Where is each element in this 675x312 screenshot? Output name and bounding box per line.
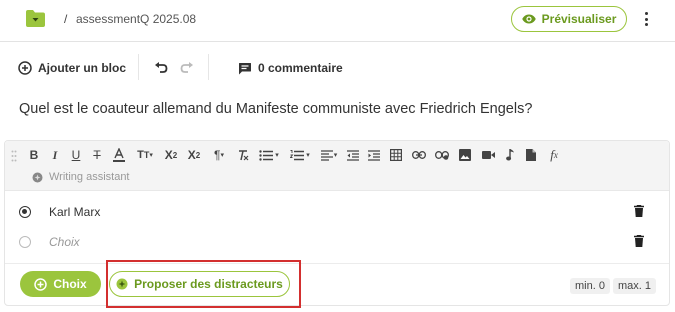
image-icon[interactable] bbox=[457, 146, 473, 164]
video-icon[interactable] bbox=[480, 146, 496, 164]
ai-assistant-icon bbox=[32, 172, 43, 182]
text-color-icon[interactable] bbox=[111, 146, 127, 164]
add-circle-icon bbox=[34, 277, 48, 291]
bullet-list-icon[interactable]: ▾ bbox=[257, 146, 281, 164]
font-size-icon[interactable]: T T ▾ bbox=[134, 146, 156, 164]
answer-card: B I U T T T ▾ X2 X2 ¶ ▾ ▾ ▾ ▾ f x Writin… bbox=[4, 140, 670, 308]
superscript-icon[interactable]: X2 bbox=[186, 146, 202, 164]
divider bbox=[138, 54, 139, 80]
add-block-button[interactable]: Ajouter un bloc bbox=[18, 61, 126, 75]
comment-button[interactable]: 0 commentaire bbox=[238, 61, 343, 75]
choice-placeholder[interactable]: Choix bbox=[49, 235, 80, 249]
comment-icon bbox=[239, 62, 251, 74]
align-icon[interactable]: ▾ bbox=[319, 146, 339, 164]
comment-label: 0 commentaire bbox=[258, 61, 343, 75]
choice-row: Karl Marx bbox=[5, 197, 669, 227]
add-choice-label: Choix bbox=[53, 277, 87, 291]
outdent-icon[interactable] bbox=[346, 146, 360, 164]
strikethrough-icon[interactable]: T bbox=[90, 146, 104, 164]
trash-icon[interactable] bbox=[634, 235, 644, 247]
choice-text[interactable]: Karl Marx bbox=[49, 205, 100, 219]
breadcrumb-title[interactable]: assessmentQ 2025.08 bbox=[76, 12, 196, 26]
top-bar: / assessmentQ 2025.08 Prévisualiser bbox=[0, 0, 675, 42]
table-icon[interactable] bbox=[388, 146, 404, 164]
add-choice-button[interactable]: Choix bbox=[20, 271, 101, 297]
undo-icon[interactable] bbox=[154, 61, 168, 79]
formula-icon[interactable]: fx bbox=[545, 146, 563, 164]
preview-button[interactable]: Prévisualiser bbox=[511, 6, 627, 32]
choice-row: Choix bbox=[5, 227, 669, 257]
clear-format-icon[interactable] bbox=[236, 146, 250, 164]
trash-icon[interactable] bbox=[634, 205, 644, 217]
choice-radio[interactable] bbox=[19, 236, 31, 248]
writing-assistant-button[interactable]: Writing assistant bbox=[32, 171, 130, 183]
min-badge[interactable]: min. 0 bbox=[570, 278, 610, 294]
breadcrumb-separator: / bbox=[64, 12, 68, 26]
folder-icon[interactable] bbox=[25, 9, 46, 28]
redo-icon[interactable] bbox=[180, 61, 194, 79]
max-badge[interactable]: max. 1 bbox=[613, 278, 657, 294]
eye-icon bbox=[521, 14, 536, 24]
preview-label: Prévisualiser bbox=[541, 12, 617, 26]
italic-icon[interactable]: I bbox=[48, 146, 62, 164]
editor-toolbar: B I U T T T ▾ X2 X2 ¶ ▾ ▾ ▾ ▾ f x Writin… bbox=[5, 141, 669, 191]
writing-assistant-label: Writing assistant bbox=[49, 171, 130, 183]
underline-icon[interactable]: U bbox=[69, 146, 83, 164]
footer-divider bbox=[5, 263, 669, 264]
add-block-label: Ajouter un bloc bbox=[38, 61, 126, 75]
audio-icon[interactable] bbox=[503, 146, 517, 164]
unlink-icon[interactable] bbox=[434, 146, 450, 164]
link-icon[interactable] bbox=[411, 146, 427, 164]
question-text[interactable]: Quel est le coauteur allemand du Manifes… bbox=[19, 101, 532, 117]
more-options-icon[interactable] bbox=[643, 12, 649, 26]
drag-handle-icon[interactable] bbox=[11, 149, 17, 162]
action-bar: Ajouter un bloc 0 commentaire bbox=[0, 48, 675, 88]
add-circle-icon bbox=[18, 61, 32, 75]
paragraph-icon[interactable]: ¶ ▾ bbox=[209, 146, 229, 164]
file-icon[interactable] bbox=[524, 146, 538, 164]
subscript-icon[interactable]: X2 bbox=[163, 146, 179, 164]
indent-icon[interactable] bbox=[367, 146, 381, 164]
divider bbox=[208, 54, 209, 80]
bold-icon[interactable]: B bbox=[27, 146, 41, 164]
numbered-list-icon[interactable]: ▾ bbox=[288, 146, 312, 164]
choice-radio-selected[interactable] bbox=[19, 206, 31, 218]
highlight-box bbox=[106, 260, 301, 308]
